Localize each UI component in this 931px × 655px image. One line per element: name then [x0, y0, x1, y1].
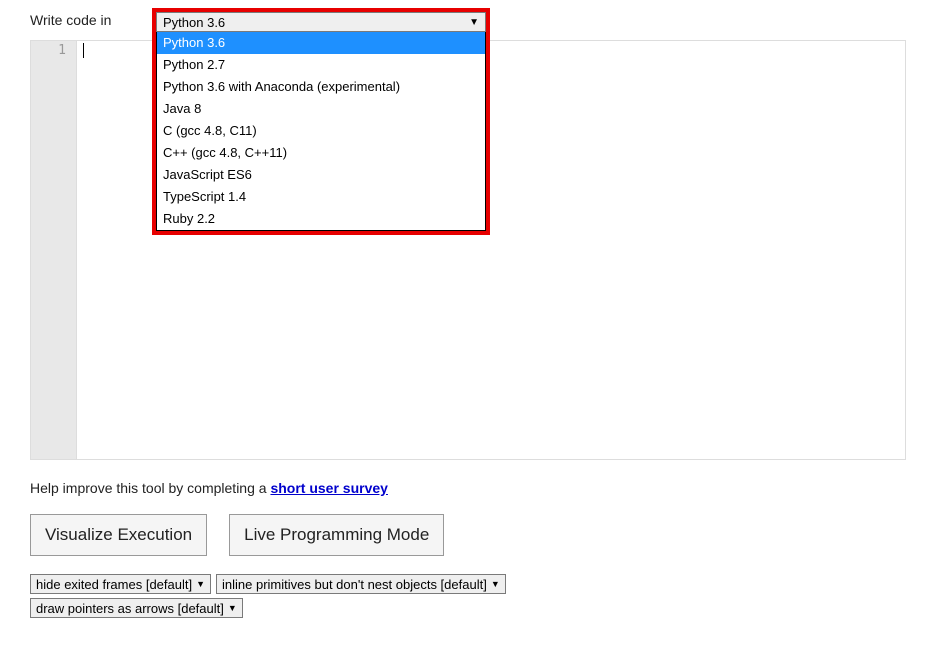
language-dropdown-container: Python 3.6 ▼ Python 3.6 Python 2.7 Pytho… [152, 8, 490, 235]
language-dropdown-list: Python 3.6 Python 2.7 Python 3.6 with An… [156, 32, 486, 231]
header-row: Write code in Python 3.6 ▼ Python 3.6 Py… [30, 10, 901, 28]
options-row-2: draw pointers as arrows [default] ▼ [30, 598, 901, 618]
language-select-value: Python 3.6 [163, 15, 225, 30]
chevron-down-icon: ▼ [228, 603, 237, 613]
language-option-java8[interactable]: Java 8 [157, 98, 485, 120]
primitives-option-select[interactable]: inline primitives but don't nest objects… [216, 574, 506, 594]
language-option-cpp[interactable]: C++ (gcc 4.8, C++11) [157, 142, 485, 164]
pointers-option-value: draw pointers as arrows [default] [36, 601, 224, 616]
help-text: Help improve this tool by completing a s… [30, 480, 901, 496]
help-prefix: Help improve this tool by completing a [30, 480, 270, 496]
editor-gutter: 1 [31, 41, 77, 459]
frames-option-value: hide exited frames [default] [36, 577, 192, 592]
cursor-icon [83, 43, 84, 58]
write-code-label: Write code in [30, 10, 111, 28]
language-dropdown-highlight-box: Python 3.6 ▼ Python 3.6 Python 2.7 Pytho… [152, 8, 490, 235]
chevron-down-icon: ▼ [491, 579, 500, 589]
pointers-option-select[interactable]: draw pointers as arrows [default] ▼ [30, 598, 243, 618]
live-programming-button[interactable]: Live Programming Mode [229, 514, 444, 556]
language-option-ts[interactable]: TypeScript 1.4 [157, 186, 485, 208]
chevron-down-icon: ▼ [196, 579, 205, 589]
language-option-c[interactable]: C (gcc 4.8, C11) [157, 120, 485, 142]
language-option-anaconda[interactable]: Python 3.6 with Anaconda (experimental) [157, 76, 485, 98]
action-button-row: Visualize Execution Live Programming Mod… [30, 514, 901, 556]
frames-option-select[interactable]: hide exited frames [default] ▼ [30, 574, 211, 594]
language-option-python36[interactable]: Python 3.6 [157, 32, 485, 54]
primitives-option-value: inline primitives but don't nest objects… [222, 577, 487, 592]
line-number: 1 [31, 43, 66, 58]
chevron-down-icon: ▼ [469, 17, 479, 28]
language-option-python27[interactable]: Python 2.7 [157, 54, 485, 76]
survey-link[interactable]: short user survey [270, 480, 388, 496]
language-option-ruby[interactable]: Ruby 2.2 [157, 208, 485, 230]
language-select[interactable]: Python 3.6 ▼ [156, 12, 486, 32]
options-row: hide exited frames [default] ▼ inline pr… [30, 574, 901, 594]
visualize-execution-button[interactable]: Visualize Execution [30, 514, 207, 556]
language-option-js[interactable]: JavaScript ES6 [157, 164, 485, 186]
